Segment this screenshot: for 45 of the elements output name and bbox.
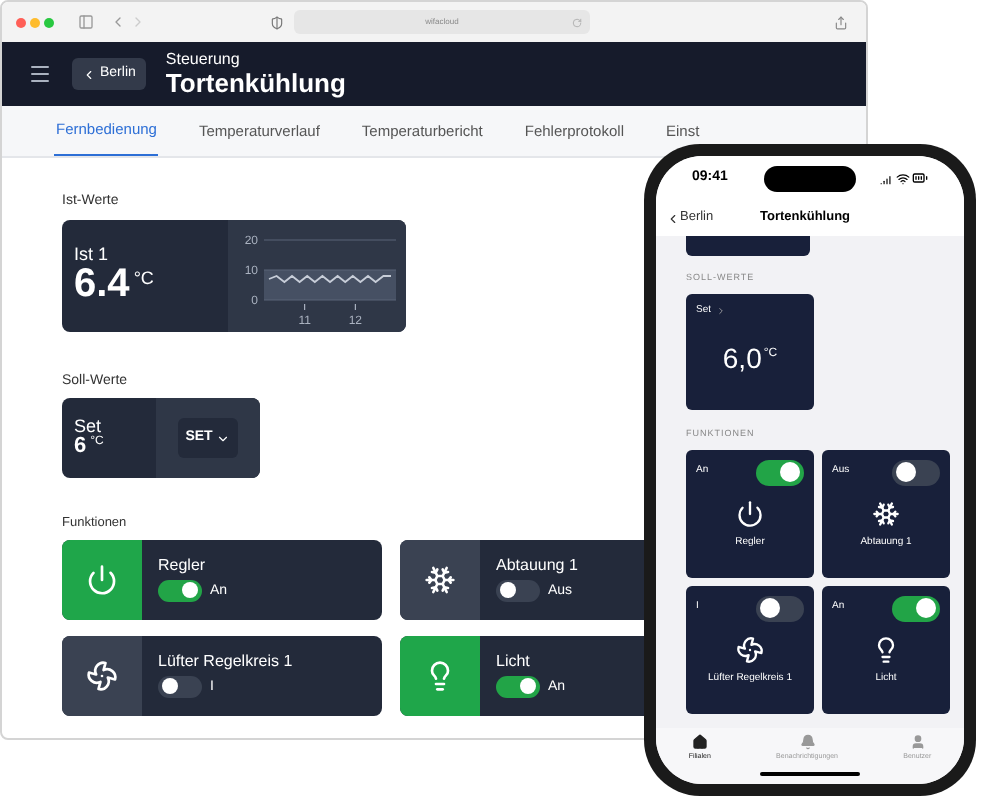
header-subtitle: Steuerung: [165, 52, 242, 68]
unit-label: °C: [133, 266, 154, 292]
bell-icon: [799, 734, 816, 750]
signal-icon: [880, 171, 894, 185]
function-name: Regler: [158, 557, 208, 574]
battery-icon: [912, 170, 928, 186]
fan-icon: [736, 636, 764, 665]
function-name: Abtauung 1: [496, 557, 578, 574]
temperature-value: 6.4: [74, 264, 130, 304]
value-card: [686, 236, 810, 256]
dynamic-island: [764, 166, 856, 192]
menu-icon[interactable]: [28, 62, 52, 86]
home-icon: [691, 734, 708, 750]
toggle-switch[interactable]: [496, 675, 540, 698]
setpoint-value: 6: [74, 436, 87, 458]
chevron-left-icon: [666, 211, 680, 225]
chevron-left-icon: [82, 67, 96, 81]
power-icon: [86, 563, 118, 596]
shield-icon[interactable]: [270, 15, 284, 29]
toggle-switch[interactable]: [496, 579, 540, 602]
wifi-icon: [896, 171, 910, 185]
lightbulb-icon: [872, 636, 900, 665]
temperature-line: [268, 273, 392, 283]
toggle-switch[interactable]: [892, 459, 940, 485]
chevron-down-icon: [216, 431, 231, 445]
sensor-label: Ist 1: [74, 246, 111, 264]
function-name: Licht: [496, 653, 532, 670]
page-title: Tortenkühlung: [165, 70, 346, 96]
setpoint-label: Set: [74, 418, 102, 436]
toggle-switch[interactable]: [756, 459, 804, 485]
back-icon[interactable]: [110, 14, 126, 30]
home-indicator: [760, 772, 860, 776]
function-name: Lüfter Regelkreis 1: [158, 653, 293, 670]
toggle-switch[interactable]: [158, 675, 202, 698]
power-icon: [736, 500, 764, 529]
toggle-switch[interactable]: [892, 595, 940, 621]
snowflake-icon: [424, 563, 456, 596]
toggle-switch[interactable]: [158, 579, 202, 602]
fan-icon: [86, 659, 118, 692]
snowflake-icon: [872, 500, 900, 529]
toggle-switch[interactable]: [756, 595, 804, 621]
setpoint-value: 6,0: [722, 340, 762, 378]
share-icon[interactable]: [834, 15, 848, 29]
user-icon: [909, 734, 926, 750]
chevron-icon: [715, 306, 726, 316]
